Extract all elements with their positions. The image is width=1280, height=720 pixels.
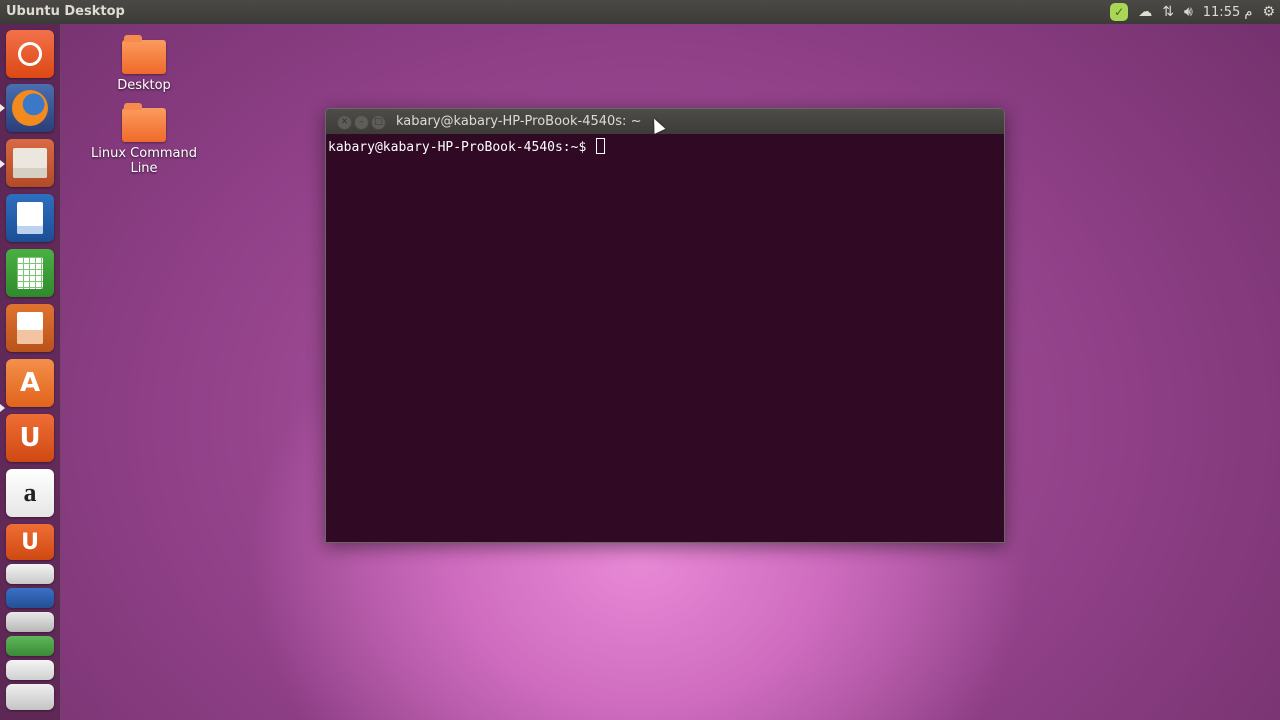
launcher: A U a U <box>0 24 61 720</box>
running-pip <box>0 404 5 412</box>
launcher-software-center[interactable]: A <box>6 359 54 407</box>
update-indicator[interactable]: ✓ <box>1105 0 1133 24</box>
sound-indicator[interactable]: 🔊︎ <box>1179 0 1198 24</box>
launcher-stacked-item[interactable] <box>6 612 54 632</box>
update-icon: ✓ <box>1110 3 1129 21</box>
running-pip <box>0 104 5 112</box>
clock[interactable]: 11:55 م <box>1198 0 1258 24</box>
terminal-titlebar[interactable]: ✕ – □ kabary@kabary-HP-ProBook-4540s: ~ <box>326 109 1004 134</box>
launcher-writer[interactable] <box>6 194 54 242</box>
minimize-button[interactable]: – <box>354 115 369 130</box>
close-button[interactable]: ✕ <box>337 115 352 130</box>
desktop-icon-desktop[interactable]: Desktop <box>89 35 199 93</box>
firefox-icon <box>12 90 48 126</box>
desktop-icon-label: Desktop <box>117 78 171 93</box>
launcher-impress[interactable] <box>6 304 54 352</box>
ubuntu-logo-icon <box>18 42 42 66</box>
launcher-ubuntu-one-stack[interactable]: U <box>6 524 54 560</box>
terminal-window[interactable]: ✕ – □ kabary@kabary-HP-ProBook-4540s: ~ … <box>325 108 1005 543</box>
speaker-icon: 🔊︎ <box>1183 4 1193 20</box>
launcher-calc[interactable] <box>6 249 54 297</box>
launcher-trash[interactable] <box>6 684 54 710</box>
desktop-icon-label: Linux Command Line <box>91 146 197 176</box>
launcher-stacked-item[interactable] <box>6 660 54 680</box>
writer-document-icon <box>17 202 43 234</box>
launcher-amazon[interactable]: a <box>6 469 54 517</box>
cloud-icon: ☁ <box>1138 4 1153 20</box>
active-window-title: Ubuntu Desktop <box>6 4 125 19</box>
terminal-title: kabary@kabary-HP-ProBook-4540s: ~ <box>396 114 642 129</box>
terminal-content[interactable]: kabary@kabary-HP-ProBook-4540s:~$ <box>326 134 1004 160</box>
calc-spreadsheet-icon <box>17 257 43 289</box>
network-arrows-icon: ⇅ <box>1162 4 1174 20</box>
ubuntu-one-icon: U <box>21 529 39 555</box>
folder-icon <box>122 35 166 74</box>
text-cursor <box>596 138 606 154</box>
software-center-icon: A <box>19 368 41 398</box>
top-panel: Ubuntu Desktop ✓ ☁ ⇅ 🔊︎ 11:55 م ⚙ <box>0 0 1280 24</box>
gear-icon: ⚙ <box>1262 4 1275 20</box>
launcher-ubuntu-one[interactable]: U <box>6 414 54 462</box>
desktop-icon-linux-command-line[interactable]: Linux Command Line <box>89 103 199 176</box>
cloud-indicator[interactable]: ☁ <box>1133 0 1157 24</box>
launcher-stacked-item[interactable] <box>6 588 54 608</box>
ubuntu-one-icon: U <box>19 423 41 453</box>
dash-home-button[interactable] <box>6 30 54 78</box>
folder-icon <box>122 103 166 142</box>
shell-prompt: kabary@kabary-HP-ProBook-4540s:~$ <box>328 140 587 155</box>
maximize-button[interactable]: □ <box>371 115 386 130</box>
launcher-stacked-item[interactable] <box>6 564 54 584</box>
network-indicator[interactable]: ⇅ <box>1157 0 1179 24</box>
running-pip <box>0 160 5 168</box>
launcher-stacked-item[interactable] <box>6 636 54 656</box>
launcher-firefox[interactable] <box>6 84 54 132</box>
session-menu[interactable]: ⚙ <box>1257 0 1280 24</box>
amazon-icon: a <box>23 478 37 507</box>
file-cabinet-icon <box>13 148 47 178</box>
indicator-area: ✓ ☁ ⇅ 🔊︎ 11:55 م ⚙ <box>1105 0 1280 24</box>
impress-presentation-icon <box>17 312 43 344</box>
launcher-files[interactable] <box>6 139 54 187</box>
